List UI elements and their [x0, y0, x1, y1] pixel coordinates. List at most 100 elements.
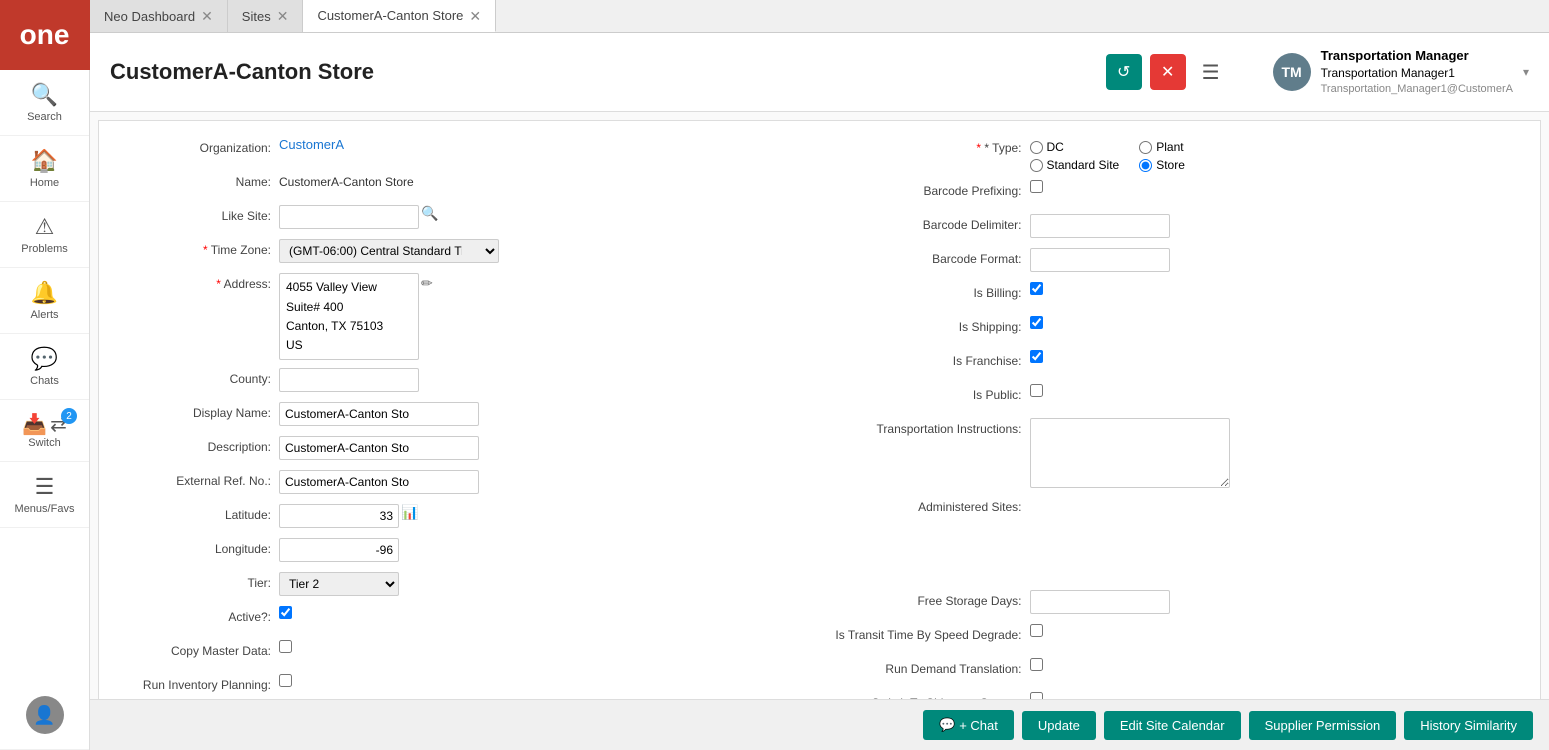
address-label: Address:: [119, 273, 279, 291]
is-franchise-label: Is Franchise:: [830, 350, 1030, 368]
tab-canton-store-label: CustomerA-Canton Store: [317, 8, 463, 23]
sidebar-item-menus[interactable]: ☰ Menus/Favs: [0, 462, 89, 528]
run-inventory-checkbox[interactable]: [279, 674, 292, 687]
edit-site-calendar-button[interactable]: Edit Site Calendar: [1104, 711, 1241, 740]
user-dropdown-chevron[interactable]: ▾: [1523, 65, 1529, 79]
row-transport-instructions: Transportation Instructions:: [830, 418, 1521, 488]
is-billing-checkbox[interactable]: [1030, 282, 1043, 295]
refresh-button[interactable]: ↺: [1106, 54, 1142, 90]
row-like-site: Like Site: 🔍: [119, 205, 810, 231]
history-similarity-button[interactable]: History Similarity: [1404, 711, 1533, 740]
latitude-map-button[interactable]: 📊: [399, 504, 420, 521]
type-radio-group: DC Standard Site Plant: [1030, 137, 1185, 172]
user-avatar: TM: [1273, 53, 1311, 91]
row-time-zone: Time Zone: (GMT-06:00) Central Standard …: [119, 239, 810, 265]
sidebar-item-profile[interactable]: 👤: [0, 684, 89, 750]
county-input[interactable]: [279, 368, 419, 392]
longitude-input[interactable]: [279, 538, 399, 562]
is-shipping-label: Is Shipping:: [830, 316, 1030, 334]
chat-button[interactable]: 💬 + Chat: [923, 710, 1014, 740]
like-site-label: Like Site:: [119, 205, 279, 223]
display-name-input[interactable]: [279, 402, 479, 426]
sidebar-item-switch[interactable]: 📥 ⇄ 2 Switch: [0, 400, 89, 462]
tab-sites-close[interactable]: ✕: [277, 9, 289, 23]
type-label: * * Type:: [830, 137, 1030, 155]
transit-time-checkbox[interactable]: [1030, 624, 1043, 637]
type-store-radio[interactable]: [1139, 159, 1152, 172]
active-label: Active?:: [119, 606, 279, 624]
type-radio-col1: DC Standard Site: [1030, 137, 1120, 172]
run-inventory-label: Run Inventory Planning:: [119, 674, 279, 692]
tab-canton-store-close[interactable]: ✕: [469, 9, 481, 23]
row-name: Name: CustomerA-Canton Store: [119, 171, 810, 197]
active-checkbox[interactable]: [279, 606, 292, 619]
row-administered-sites: Administered Sites:: [830, 496, 1521, 522]
tab-neo-dashboard-close[interactable]: ✕: [201, 9, 213, 23]
content-header: CustomerA-Canton Store ↺ ✕ ☰ TM Transpor…: [90, 33, 1549, 112]
hamburger-button[interactable]: ☰: [1194, 56, 1228, 89]
run-demand-label: Run Demand Translation:: [830, 658, 1030, 676]
type-plant-radio[interactable]: [1139, 141, 1152, 154]
barcode-delimiter-label: Barcode Delimiter:: [830, 214, 1030, 232]
type-plant-option[interactable]: Plant: [1139, 140, 1185, 154]
barcode-prefixing-checkbox[interactable]: [1030, 180, 1043, 193]
is-shipping-checkbox[interactable]: [1030, 316, 1043, 329]
switch-shipment-checkbox[interactable]: [1030, 692, 1043, 699]
description-input[interactable]: [279, 436, 479, 460]
type-standard-option[interactable]: Standard Site: [1030, 158, 1120, 172]
address-edit-button[interactable]: ✏: [419, 275, 435, 292]
row-latitude: Latitude: 📊: [119, 504, 810, 530]
copy-master-checkbox[interactable]: [279, 640, 292, 653]
sidebar-item-chats[interactable]: 💬 Chats: [0, 334, 89, 400]
tab-canton-store[interactable]: CustomerA-Canton Store ✕: [303, 0, 496, 32]
is-franchise-checkbox[interactable]: [1030, 350, 1043, 363]
sidebar-item-menus-label: Menus/Favs: [15, 503, 75, 515]
tab-sites[interactable]: Sites ✕: [228, 0, 304, 32]
app-logo: one: [0, 0, 90, 70]
main-area: Neo Dashboard ✕ Sites ✕ CustomerA-Canton…: [90, 0, 1549, 750]
free-storage-input[interactable]: [1030, 590, 1170, 614]
row-copy-master: Copy Master Data:: [119, 640, 810, 666]
update-button[interactable]: Update: [1022, 711, 1096, 740]
type-standard-radio[interactable]: [1030, 159, 1043, 172]
run-demand-checkbox[interactable]: [1030, 658, 1043, 671]
sidebar-item-search[interactable]: 🔍 Search: [0, 70, 89, 136]
organization-link[interactable]: CustomerA: [279, 137, 344, 152]
latitude-label: Latitude:: [119, 504, 279, 522]
close-button[interactable]: ✕: [1150, 54, 1186, 90]
sidebar-item-problems[interactable]: ⚠ Problems: [0, 202, 89, 268]
sidebar-item-switch-label: Switch: [28, 437, 60, 449]
chat-icon: 💬: [31, 346, 58, 372]
external-ref-input[interactable]: [279, 470, 479, 494]
row-run-demand: Run Demand Translation:: [830, 658, 1521, 684]
row-organization: Organization: CustomerA: [119, 137, 810, 163]
sidebar-item-alerts[interactable]: 🔔 Alerts: [0, 268, 89, 334]
transport-instructions-input[interactable]: [1030, 418, 1230, 488]
name-value: CustomerA-Canton Store: [279, 171, 414, 189]
type-dc-option[interactable]: DC: [1030, 140, 1120, 154]
row-address: Address: 4055 Valley View Suite# 400 Can…: [119, 273, 810, 360]
header-actions: ↺ ✕ ☰ TM Transportation Manager Transpor…: [1106, 47, 1529, 97]
barcode-format-input[interactable]: [1030, 248, 1170, 272]
supplier-permission-button[interactable]: Supplier Permission: [1249, 711, 1397, 740]
is-public-checkbox[interactable]: [1030, 384, 1043, 397]
sidebar-item-home[interactable]: 🏠 Home: [0, 136, 89, 202]
row-description: Description:: [119, 436, 810, 462]
barcode-format-label: Barcode Format:: [830, 248, 1030, 266]
type-dc-radio[interactable]: [1030, 141, 1043, 154]
row-is-franchise: Is Franchise:: [830, 350, 1521, 376]
switch-badge: 2: [61, 408, 77, 424]
barcode-delimiter-input[interactable]: [1030, 214, 1170, 238]
like-site-search-button[interactable]: 🔍: [419, 205, 440, 222]
time-zone-select[interactable]: (GMT-06:00) Central Standard Time (Ameri…: [279, 239, 499, 263]
type-store-option[interactable]: Store: [1139, 158, 1185, 172]
row-barcode-format: Barcode Format:: [830, 248, 1521, 274]
sidebar-item-alerts-label: Alerts: [30, 309, 58, 321]
tier-select[interactable]: Tier 1 Tier 2 Tier 3: [279, 572, 399, 596]
like-site-input[interactable]: [279, 205, 419, 229]
transit-time-label: Is Transit Time By Speed Degrade:: [830, 624, 1030, 642]
latitude-input[interactable]: [279, 504, 399, 528]
sidebar-item-search-label: Search: [27, 111, 62, 123]
tab-neo-dashboard[interactable]: Neo Dashboard ✕: [90, 0, 228, 32]
switch-shipment-label: Switch To Shipment Screen:: [830, 692, 1030, 699]
